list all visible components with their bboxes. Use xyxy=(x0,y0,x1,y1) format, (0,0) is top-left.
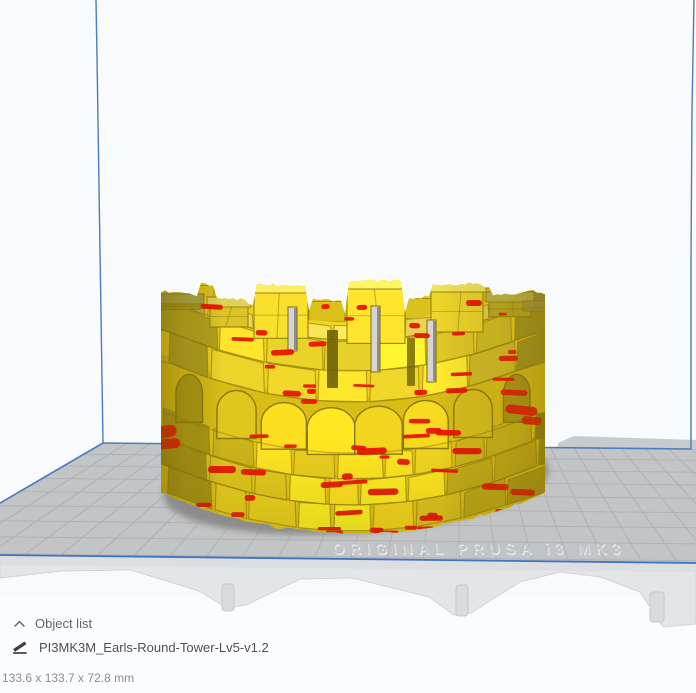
scene-svg[interactable]: ORIGINAL PRUSA i3 MK3 ORIGINAL PRUSA i3 … xyxy=(0,0,696,693)
plate-embossed-label: ORIGINAL PRUSA i3 MK3 ORIGINAL PRUSA i3 … xyxy=(331,541,627,559)
model-tower[interactable] xyxy=(148,266,556,535)
object-item-name: PI3MK3M_Earls-Round-Tower-Lv5-v1.2 xyxy=(39,639,269,655)
model-dimensions-label: 133.6 x 133.7 x 72.8 mm xyxy=(2,671,135,685)
object-list-item[interactable]: PI3MK3M_Earls-Round-Tower-Lv5-v1.2 xyxy=(11,639,269,655)
object-list-title: Object list xyxy=(35,616,93,631)
svg-text:ORIGINAL PRUSA i3 MK3: ORIGINAL PRUSA i3 MK3 xyxy=(331,541,626,558)
chevron-up-icon xyxy=(14,620,25,627)
viewport-3d[interactable]: ORIGINAL PRUSA i3 MK3 ORIGINAL PRUSA i3 … xyxy=(0,0,696,693)
pencil-edit-icon xyxy=(13,641,27,654)
object-list-header[interactable]: Object list xyxy=(13,616,92,631)
